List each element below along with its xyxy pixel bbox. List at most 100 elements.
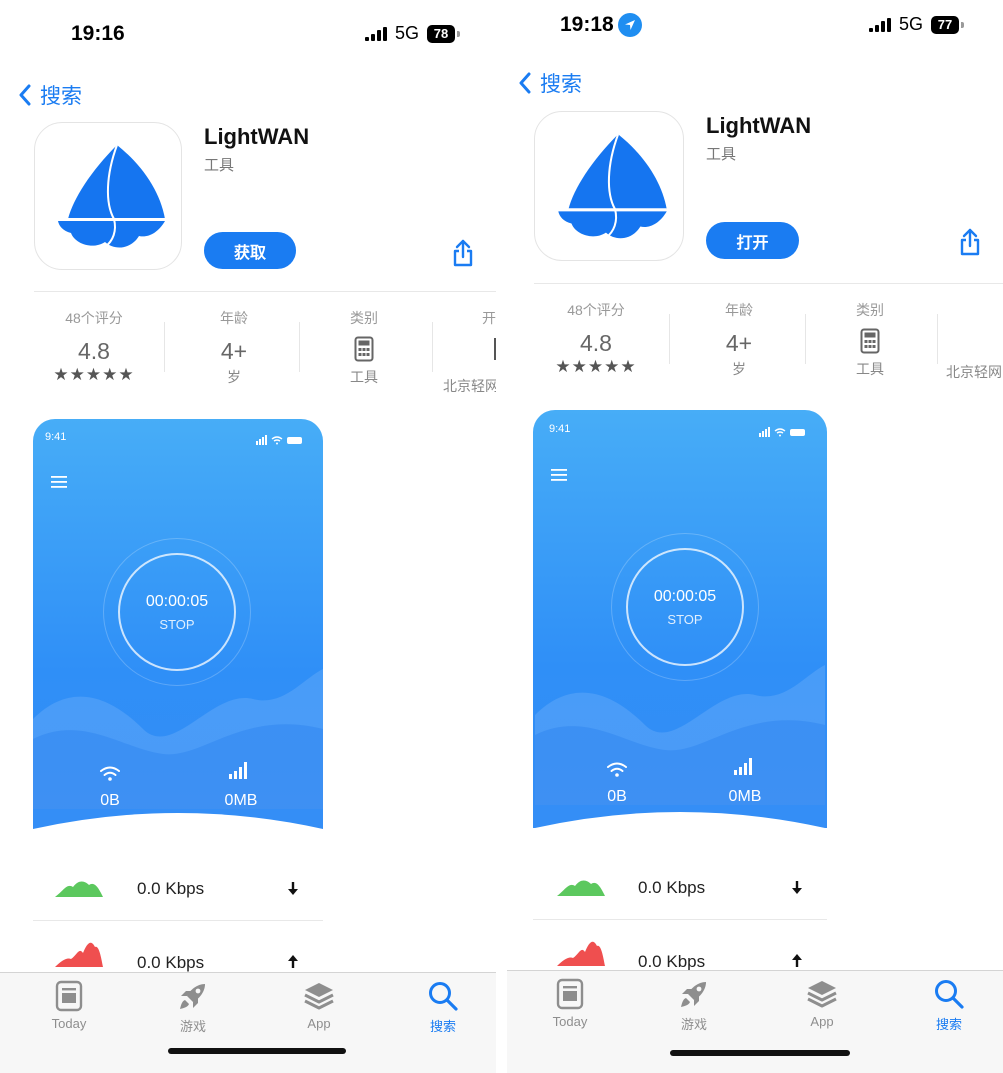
upload-graph-icon <box>557 941 605 966</box>
divider <box>534 283 1003 284</box>
rating-value: 4.8 <box>580 330 612 356</box>
network-type: 5G <box>395 23 420 43</box>
network-type: 5G <box>899 14 924 34</box>
status-time: 19:18 <box>560 13 614 36</box>
today-icon <box>556 978 584 1010</box>
age-value: 4+ <box>220 338 248 364</box>
tab-games[interactable]: 游戏 <box>148 980 238 1035</box>
app-name: LightWAN <box>706 113 812 138</box>
developer-label: 开 <box>482 310 496 326</box>
rating-stars: ★★★★★ <box>555 357 637 376</box>
info-strip: 48个评分 4.8 ★★★★★ 年龄 4+ 岁 类别 <box>34 302 496 394</box>
status-time: 19:16 <box>71 22 125 45</box>
search-icon <box>429 982 458 1011</box>
menu-icon <box>51 476 67 488</box>
download-speed: 0.0 Kbps <box>137 879 205 898</box>
share-button[interactable] <box>452 238 474 273</box>
connect-toggle[interactable]: 00:00:05 STOP <box>118 553 236 671</box>
cellular-icon <box>734 757 754 780</box>
ratings-count: 48个评分 <box>65 310 123 326</box>
category-value: 工具 <box>350 369 378 385</box>
tab-search[interactable]: 搜索 <box>904 978 994 1033</box>
open-button[interactable]: 打开 <box>706 222 799 259</box>
download-speed: 0.0 Kbps <box>638 878 706 897</box>
app-icon <box>534 111 684 261</box>
tab-label: 搜索 <box>429 1019 456 1034</box>
upload-row: 0.0 Kbps <box>33 921 323 979</box>
rocket-icon <box>681 982 706 1007</box>
tab-label: 搜索 <box>935 1017 962 1032</box>
download-graph-icon <box>55 881 103 897</box>
age-block: 年龄 4+ 岁 <box>169 308 299 387</box>
arrow-down-icon <box>288 882 298 895</box>
hamburger-menu[interactable] <box>551 468 567 486</box>
back-button[interactable]: 搜索 <box>518 68 582 98</box>
ratings-block: 48个评分 4.8 ★★★★★ <box>34 308 154 385</box>
calculator-icon <box>354 336 374 362</box>
age-value: 4+ <box>725 330 753 356</box>
developer-value: 北京轻网 <box>443 378 496 394</box>
layers-icon <box>304 983 334 1010</box>
tab-label: App <box>307 1016 331 1031</box>
developer-icon <box>494 338 496 360</box>
status-time-group: 19:18 <box>560 13 642 37</box>
tab-label: App <box>810 1014 834 1029</box>
age-unit: 岁 <box>732 361 746 377</box>
signal-icon <box>869 17 891 32</box>
app-screenshot[interactable]: 9:41 00:00:05 STOP 0B 0MB 0.0 Kbps 0.0 K… <box>33 419 323 979</box>
status-icons <box>759 427 805 437</box>
app-screenshot[interactable]: 9:41 00:00:05 STOP 0B 0MB 0.0 Kbps 0.0 K… <box>533 410 827 979</box>
timer-text: 00:00:05 <box>145 592 209 610</box>
home-indicator[interactable] <box>670 1050 850 1056</box>
arrow-up-icon <box>792 954 802 967</box>
rating-value: 4.8 <box>78 338 110 364</box>
app-category: 工具 <box>706 146 737 163</box>
timer-text: 00:00:05 <box>653 587 717 605</box>
home-indicator[interactable] <box>168 1048 346 1054</box>
category-value: 工具 <box>856 361 884 377</box>
panel-curve <box>535 812 825 834</box>
age-label: 年龄 <box>220 310 248 326</box>
developer-block: 开 北京轻网 <box>439 308 496 396</box>
status-indicators: 5G 77 <box>869 14 965 35</box>
stop-label: STOP <box>159 616 195 632</box>
menu-icon <box>551 469 567 481</box>
get-button[interactable]: 获取 <box>204 232 296 269</box>
developer-value: 北京轻网 <box>946 364 1002 380</box>
stop-label: STOP <box>667 611 703 627</box>
screenshot-status-icons <box>256 432 304 450</box>
chevron-left-icon <box>19 84 31 106</box>
left-phone-screen: 19:16 5G 78 搜索 LightWAN 工具 获取 48个评分 4.8 … <box>0 0 496 1073</box>
connect-toggle[interactable]: 00:00:05 STOP <box>626 548 744 666</box>
hamburger-menu[interactable] <box>51 475 67 493</box>
wifi-icon <box>606 762 628 783</box>
status-icons <box>256 435 302 445</box>
tab-games[interactable]: 游戏 <box>649 978 739 1033</box>
panel-curve <box>33 813 323 835</box>
battery-icon: 77 <box>931 15 965 34</box>
rating-stars: ★★★★★ <box>53 365 135 384</box>
tab-today[interactable]: Today <box>525 978 615 1029</box>
tab-app[interactable]: App <box>777 978 867 1029</box>
share-icon <box>960 228 980 256</box>
back-label: 搜索 <box>540 73 582 96</box>
chevron-left-icon <box>519 72 531 94</box>
tab-label: 游戏 <box>179 1019 206 1034</box>
screenshot-status-time: 9:41 <box>45 431 67 443</box>
back-button[interactable]: 搜索 <box>18 80 82 110</box>
category-block: 类别 工具 <box>304 308 424 387</box>
tab-today[interactable]: Today <box>24 980 114 1031</box>
arrow-up-icon <box>288 955 298 968</box>
info-strip: 48个评分 4.8 ★★★★★ 年龄 4+ 岁 类别 <box>534 294 1003 386</box>
category-label: 类别 <box>350 310 378 326</box>
wave-decoration <box>535 665 825 805</box>
developer-block: 北京轻网 <box>944 300 1003 382</box>
battery-icon: 78 <box>427 24 461 43</box>
category-label: 类别 <box>856 302 884 318</box>
tab-app[interactable]: App <box>274 980 364 1031</box>
share-button[interactable] <box>959 227 981 262</box>
speed-panel: 0.0 Kbps 0.0 Kbps <box>33 813 323 979</box>
battery-level: 78 <box>433 26 449 41</box>
tab-search[interactable]: 搜索 <box>398 980 488 1035</box>
calculator-icon <box>860 328 880 354</box>
